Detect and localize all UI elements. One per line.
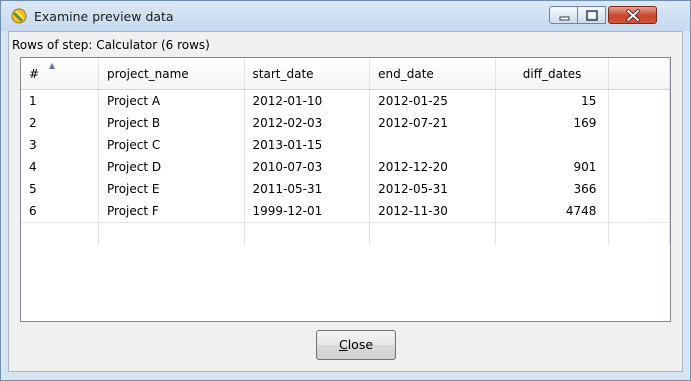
cell-end-date: 2012-05-31 bbox=[369, 178, 496, 200]
cell-index: 1 bbox=[21, 89, 99, 112]
column-header-diff-dates[interactable]: diff_dates bbox=[495, 58, 610, 90]
cell-project-name: Project B bbox=[98, 112, 245, 134]
minimize-icon bbox=[559, 16, 570, 21]
column-header-index[interactable]: # ▲ bbox=[21, 58, 99, 90]
cell-index: 2 bbox=[21, 112, 99, 134]
close-button[interactable]: Close bbox=[316, 330, 396, 360]
empty-cell bbox=[495, 222, 610, 245]
empty-cell bbox=[98, 222, 245, 245]
cell-project-name: Project A bbox=[98, 89, 245, 112]
empty-cell bbox=[608, 222, 670, 245]
close-icon bbox=[626, 9, 640, 22]
cell-end-date: 2012-01-25 bbox=[369, 89, 496, 112]
cell-start-date: 2012-02-03 bbox=[244, 112, 371, 134]
window-close-button[interactable] bbox=[608, 6, 657, 24]
preview-data-grid[interactable]: # ▲ project_name start_date end_date dif… bbox=[20, 57, 671, 322]
close-button-label: lose bbox=[347, 337, 374, 352]
empty-cell bbox=[369, 222, 496, 245]
cell-diff-dates: 901 bbox=[495, 156, 610, 178]
cell-start-date: 2011-05-31 bbox=[244, 178, 371, 200]
cell-index: 3 bbox=[21, 134, 99, 156]
empty-row bbox=[21, 222, 670, 245]
cell-end-date: 2012-11-30 bbox=[369, 200, 496, 223]
cell-diff-dates: 169 bbox=[495, 112, 610, 134]
app-icon bbox=[11, 8, 27, 24]
maximize-button[interactable] bbox=[578, 6, 606, 24]
cell-filler bbox=[608, 89, 670, 112]
maximize-icon bbox=[586, 10, 598, 21]
cell-start-date: 2010-07-03 bbox=[244, 156, 371, 178]
cell-diff-dates bbox=[495, 134, 610, 156]
cell-diff-dates: 15 bbox=[495, 89, 610, 112]
cell-end-date: 2012-07-21 bbox=[369, 112, 496, 134]
table-row[interactable]: 5 Project E 2011-05-31 2012-05-31 366 bbox=[21, 178, 670, 200]
cell-filler bbox=[608, 200, 670, 223]
cell-start-date: 2012-01-10 bbox=[244, 89, 371, 112]
sort-ascending-icon: ▲ bbox=[49, 61, 56, 70]
cell-filler bbox=[608, 112, 670, 134]
cell-filler bbox=[608, 156, 670, 178]
cell-index: 6 bbox=[21, 200, 99, 223]
table-row[interactable]: 6 Project F 1999-12-01 2012-11-30 4748 bbox=[21, 200, 670, 223]
cell-start-date: 2013-01-15 bbox=[244, 134, 371, 156]
table-row[interactable]: 3 Project C 2013-01-15 bbox=[21, 134, 670, 156]
close-button-access-key: C bbox=[338, 337, 348, 352]
table-row[interactable]: 2 Project B 2012-02-03 2012-07-21 169 bbox=[21, 112, 670, 134]
cell-end-date bbox=[369, 134, 496, 156]
cell-start-date: 1999-12-01 bbox=[244, 200, 371, 223]
cell-filler bbox=[608, 178, 670, 200]
empty-cell bbox=[21, 222, 99, 245]
preview-table: # ▲ project_name start_date end_date dif… bbox=[21, 58, 670, 245]
cell-project-name: Project C bbox=[98, 134, 245, 156]
cell-index: 5 bbox=[21, 178, 99, 200]
minimize-button[interactable] bbox=[549, 6, 578, 24]
cell-project-name: Project F bbox=[98, 200, 245, 223]
cell-project-name: Project D bbox=[98, 156, 245, 178]
cell-filler bbox=[608, 134, 670, 156]
empty-cell bbox=[244, 222, 371, 245]
cell-diff-dates: 4748 bbox=[495, 200, 610, 223]
header-row: # ▲ project_name start_date end_date dif… bbox=[21, 58, 670, 90]
cell-diff-dates: 366 bbox=[495, 178, 610, 200]
window-title: Examine preview data bbox=[34, 9, 174, 24]
title-bar[interactable]: Examine preview data bbox=[1, 1, 690, 31]
column-header-start-date[interactable]: start_date bbox=[244, 58, 371, 90]
cell-index: 4 bbox=[21, 156, 99, 178]
table-row[interactable]: 4 Project D 2010-07-03 2012-12-20 901 bbox=[21, 156, 670, 178]
cell-project-name: Project E bbox=[98, 178, 245, 200]
column-header-end-date[interactable]: end_date bbox=[369, 58, 496, 90]
column-header-filler bbox=[608, 58, 670, 90]
column-header-project-name[interactable]: project_name bbox=[98, 58, 245, 90]
rows-summary-label: Rows of step: Calculator (6 rows) bbox=[12, 38, 210, 52]
dialog-window: Examine preview data Rows of step: Calcu… bbox=[0, 0, 691, 381]
cell-end-date: 2012-12-20 bbox=[369, 156, 496, 178]
table-row[interactable]: 1 Project A 2012-01-10 2012-01-25 15 bbox=[21, 89, 670, 112]
